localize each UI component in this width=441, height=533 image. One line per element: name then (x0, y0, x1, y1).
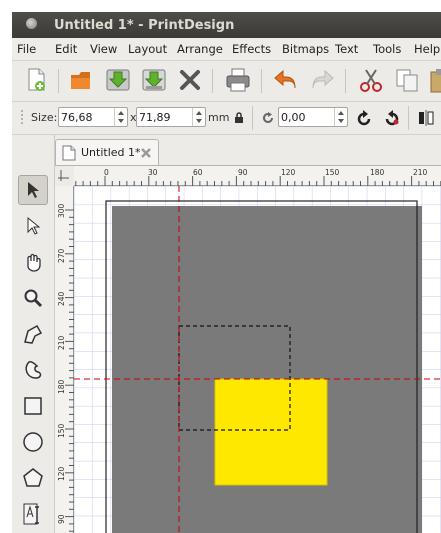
copy-icon[interactable] (393, 66, 421, 94)
polyline-icon (24, 324, 43, 344)
lock-icon[interactable] (234, 112, 244, 124)
ruler-corner[interactable] (55, 166, 74, 186)
v-tick-label: 90 (57, 514, 66, 524)
ellipse-icon (23, 432, 43, 452)
toolbox (12, 135, 55, 533)
toolbar-separator (345, 69, 346, 93)
polygon-icon (23, 468, 43, 487)
height-spinbox[interactable] (136, 107, 206, 127)
toolbar-separator (212, 69, 213, 93)
cut-icon[interactable] (357, 66, 385, 94)
redo-icon[interactable] (308, 66, 336, 94)
tab-close-icon[interactable] (140, 147, 152, 159)
close-icon[interactable] (176, 66, 204, 94)
main-toolbar (12, 61, 441, 102)
save-icon[interactable] (104, 66, 132, 94)
h-tick-label: 90 (238, 168, 248, 177)
window-title: Untitled 1* - PrintDesign (54, 18, 235, 33)
tab-label: Untitled 1* (81, 146, 141, 159)
v-tick-label: 180 (57, 379, 66, 394)
v-tick-label: 210 (57, 335, 66, 350)
title-bar: Untitled 1* - PrintDesign (12, 12, 441, 38)
h-tick-label: 210 (413, 168, 428, 177)
fleur-tool[interactable] (18, 247, 48, 277)
canvas-area[interactable]: 0 30 60 90 120 150 180 210 300 270 240 2… (55, 165, 441, 533)
menu-bitmaps[interactable]: Bitmaps (282, 42, 329, 56)
paste-icon[interactable] (427, 66, 441, 94)
h-tick-label: 60 (193, 168, 203, 177)
print-icon[interactable] (224, 66, 252, 94)
h-tick-label: 180 (370, 168, 385, 177)
height-spin-arrows[interactable] (192, 108, 205, 126)
save-as-icon[interactable] (140, 66, 168, 94)
menu-view[interactable]: View (90, 42, 117, 56)
v-tick-label: 300 (57, 203, 66, 218)
select-arrow-icon (28, 182, 39, 198)
node-arrow-icon (27, 217, 41, 235)
select-tool[interactable] (18, 175, 48, 205)
h-tick-label: 0 (104, 168, 109, 177)
size-label: Size: (31, 111, 58, 124)
yellow-rectangle[interactable] (214, 378, 328, 486)
v-tick-label: 270 (57, 248, 66, 263)
v-tick-label: 150 (57, 423, 66, 438)
rotation-spinbox[interactable] (278, 107, 348, 127)
ellipse-tool[interactable] (18, 427, 48, 457)
menu-edit[interactable]: Edit (55, 42, 77, 56)
menu-file[interactable]: File (17, 42, 36, 56)
open-folder-icon[interactable] (68, 66, 96, 94)
menu-help[interactable]: Help (414, 42, 440, 56)
width-spin-arrows[interactable] (114, 108, 127, 126)
text-icon (23, 503, 39, 525)
grip-icon (21, 110, 23, 124)
text-tool[interactable] (18, 499, 48, 529)
h-tick-label: 30 (148, 168, 158, 177)
curve-icon (25, 361, 42, 379)
toolbar-separator (261, 69, 262, 93)
menu-effects[interactable]: Effects (232, 42, 271, 56)
node-edit-tool[interactable] (18, 211, 48, 241)
rotate-left-icon[interactable] (356, 109, 374, 127)
width-input[interactable] (61, 110, 113, 124)
new-document-icon[interactable] (22, 66, 50, 94)
polyline-tool[interactable] (18, 319, 48, 349)
h-tick-label: 120 (281, 168, 296, 177)
v-tick-label: 120 (57, 466, 66, 481)
propbar-separator (408, 106, 409, 130)
width-spinbox[interactable] (58, 107, 128, 127)
property-bar: Size: x mm (12, 102, 441, 135)
rectangle-tool[interactable] (18, 391, 48, 421)
undo-icon[interactable] (272, 66, 300, 94)
polygon-tool[interactable] (18, 463, 48, 493)
rotation-spin-arrows[interactable] (334, 108, 347, 126)
drawing-canvas[interactable]: 0 30 60 90 120 150 180 210 300 270 240 2… (55, 166, 441, 533)
menu-arrange[interactable]: Arrange (177, 42, 223, 56)
v-tick-label: 240 (57, 291, 66, 306)
unit-label: mm (208, 111, 230, 124)
curve-tool[interactable] (18, 355, 48, 385)
document-icon (62, 145, 76, 161)
zoom-tool[interactable] (18, 283, 48, 313)
horizontal-ruler[interactable]: 0 30 60 90 120 150 180 210 (55, 166, 441, 186)
menu-layout[interactable]: Layout (128, 42, 167, 56)
menu-tools[interactable]: Tools (373, 42, 401, 56)
tab-untitled-1[interactable]: Untitled 1* (55, 139, 159, 165)
rotate-right-icon[interactable] (382, 109, 400, 127)
toolbar-separator (58, 69, 59, 93)
window-menu-icon[interactable] (26, 18, 37, 29)
mirror-icon[interactable] (417, 109, 435, 127)
rotation-input[interactable] (281, 110, 333, 124)
hand-icon (27, 253, 41, 272)
h-tick-label: 150 (325, 168, 340, 177)
menu-text[interactable]: Text (335, 42, 358, 56)
menu-bar: File Edit View Layout Arrange Effects Bi… (12, 38, 441, 61)
magnifier-icon (24, 289, 43, 308)
rectangle-icon (24, 397, 42, 415)
height-input[interactable] (139, 110, 191, 124)
document-tabs: Untitled 1* (55, 135, 441, 165)
app-window: Untitled 1* - PrintDesign File Edit View… (12, 12, 441, 533)
vertical-ruler[interactable]: 300 270 240 210 180 150 120 90 (55, 166, 74, 533)
rotate-icon (263, 112, 273, 123)
propbar-separator (252, 106, 253, 130)
